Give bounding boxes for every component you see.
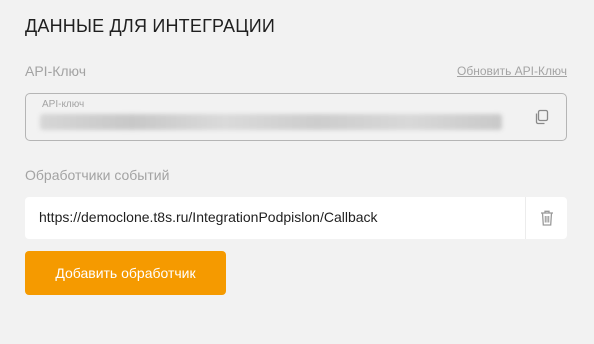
page-title: ДАННЫЕ ДЛЯ ИНТЕГРАЦИИ xyxy=(25,16,276,36)
add-handler-button[interactable]: Добавить обработчик xyxy=(25,251,226,295)
event-handler-url: https://democlone.t8s.ru/IntegrationPodp… xyxy=(39,209,378,225)
api-key-label: API-Ключ xyxy=(25,63,87,79)
event-handler-row: https://democlone.t8s.ru/IntegrationPodp… xyxy=(25,197,567,239)
api-key-value-masked xyxy=(40,114,502,130)
row-divider xyxy=(525,197,526,239)
renew-api-key-link[interactable]: Обновить API-Ключ xyxy=(457,64,567,78)
api-key-field-caption: API-ключ xyxy=(42,99,85,110)
integration-panel: ДАННЫЕ ДЛЯ ИНТЕГРАЦИИ API-Ключ Обновить … xyxy=(0,0,594,344)
event-handlers-label: Обработчики событий xyxy=(25,167,170,183)
trash-icon[interactable] xyxy=(539,209,555,227)
copy-icon[interactable] xyxy=(534,109,550,125)
api-key-field[interactable]: API-ключ xyxy=(25,93,567,141)
